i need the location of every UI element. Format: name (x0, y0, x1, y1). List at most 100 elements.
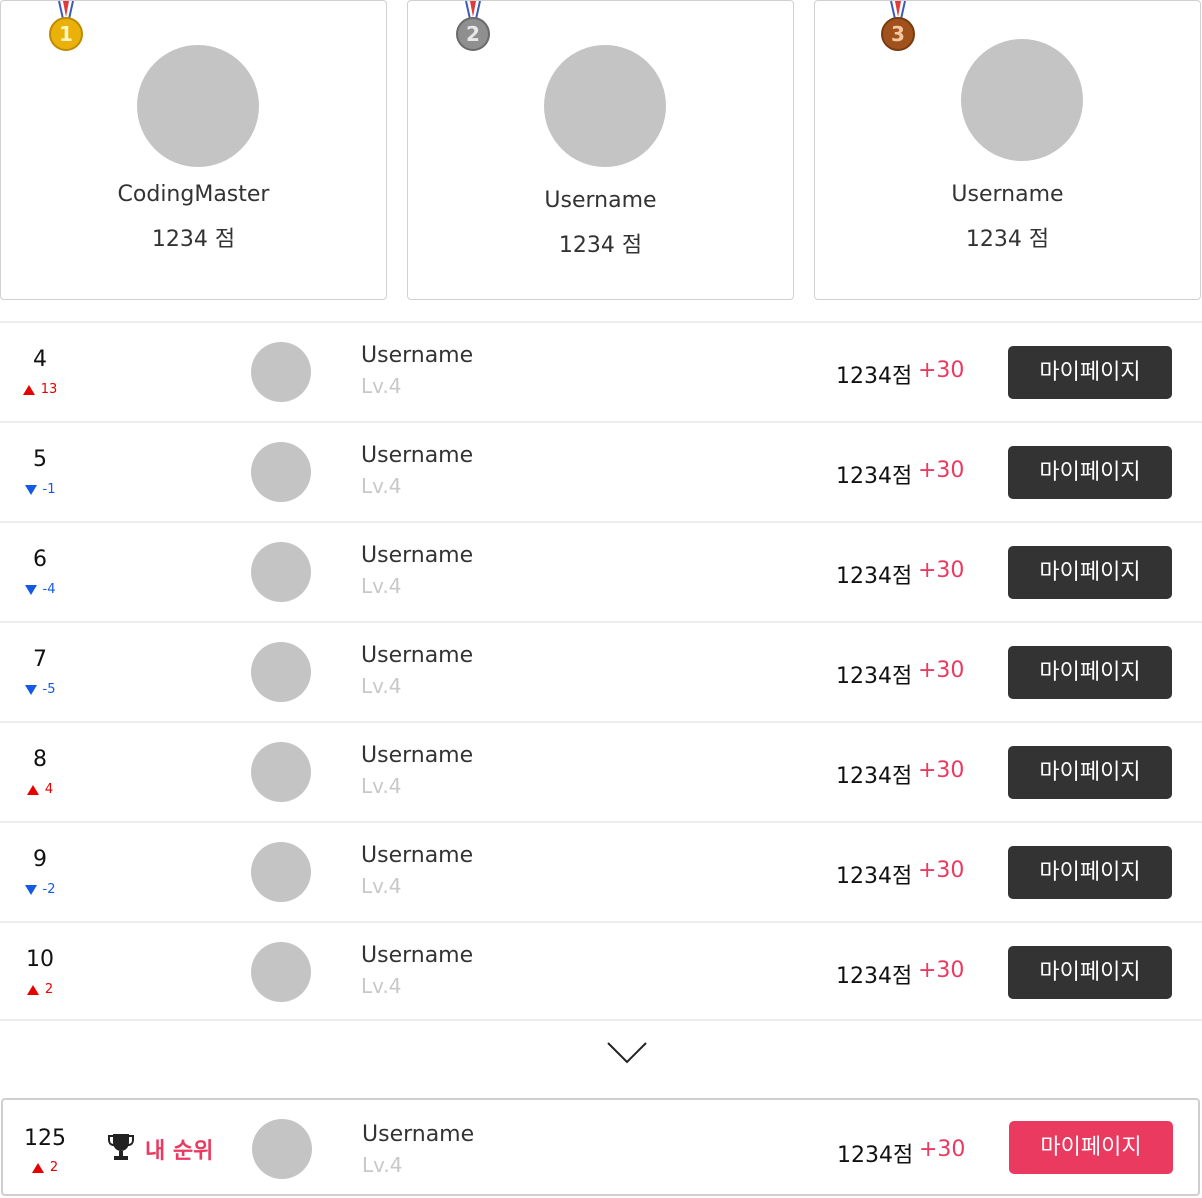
username: Username (361, 743, 474, 768)
points-gain: +30 (918, 858, 965, 883)
table-row: 7 -5 Username Lv.4 1234점 +30 마이페이지 (0, 621, 1202, 721)
rank-change-value: -4 (42, 582, 56, 597)
points: 1234점 (836, 964, 913, 989)
medal-number: 3 (891, 22, 905, 46)
points: 1234점 (837, 1143, 914, 1168)
mypage-button[interactable]: 마이페이지 (1008, 546, 1172, 599)
user-level: Lv.4 (361, 874, 402, 898)
table-row: 4 13 Username Lv.4 1234점 +30 마이페이지 (0, 321, 1202, 421)
points: 1234점 (836, 864, 913, 889)
rank-number: 7 (33, 647, 47, 672)
avatar (251, 342, 311, 402)
podium-score: 1234 점 (151, 227, 236, 252)
chevron-down-icon[interactable] (606, 1040, 648, 1066)
arrow-down-icon (24, 484, 37, 495)
podium-name: CodingMaster (117, 182, 270, 207)
user-level: Lv.4 (361, 974, 402, 998)
rank-number: 10 (26, 947, 54, 972)
podium-card-first[interactable]: 1 CodingMaster 1234 점 (0, 0, 387, 300)
mypage-button[interactable]: 마이페이지 (1008, 946, 1172, 999)
trophy-icon (107, 1132, 135, 1162)
avatar (251, 642, 311, 702)
rank-change: 13 (0, 382, 80, 397)
rank-change-value: 13 (40, 382, 58, 397)
username: Username (362, 1122, 475, 1147)
username: Username (361, 343, 474, 368)
avatar (251, 442, 311, 502)
rank-change-value: 4 (44, 782, 54, 797)
points: 1234점 (836, 364, 913, 389)
arrow-down-icon (24, 884, 37, 895)
mypage-button[interactable]: 마이페이지 (1009, 1121, 1173, 1174)
points: 1234점 (836, 664, 913, 689)
avatar (252, 1119, 312, 1179)
silver-medal-icon: 2 (456, 1, 490, 51)
points-gain: +30 (919, 1137, 966, 1162)
arrow-up-icon (26, 784, 39, 795)
user-level: Lv.4 (361, 774, 402, 798)
rank-change: -4 (0, 582, 80, 597)
mypage-button[interactable]: 마이페이지 (1008, 846, 1172, 899)
my-rank-row: 125 2 내 순위 Username Lv.4 1234점 +30 마이페이지 (1, 1098, 1200, 1196)
user-level: Lv.4 (362, 1153, 403, 1177)
podium-card-second[interactable]: 2 Username 1234 점 (407, 0, 794, 300)
mypage-button[interactable]: 마이페이지 (1008, 446, 1172, 499)
table-row: 6 -4 Username Lv.4 1234점 +30 마이페이지 (0, 521, 1202, 621)
arrow-up-icon (31, 1162, 44, 1173)
rank-change: 2 (3, 1160, 87, 1175)
username: Username (361, 643, 474, 668)
podium: 1 CodingMaster 1234 점 2 Username 1234 점 … (0, 0, 1202, 300)
arrow-up-icon (22, 384, 35, 395)
arrow-up-icon (26, 984, 39, 995)
points: 1234점 (836, 464, 913, 489)
table-row: 5 -1 Username Lv.4 1234점 +30 마이페이지 (0, 421, 1202, 521)
rank-number: 5 (33, 447, 47, 472)
podium-card-third[interactable]: 3 Username 1234 점 (814, 0, 1201, 300)
rank-change: -2 (0, 882, 80, 897)
user-level: Lv.4 (361, 674, 402, 698)
rank-number: 4 (33, 347, 47, 372)
podium-name: Username (951, 182, 1064, 207)
avatar (544, 45, 666, 167)
points-gain: +30 (918, 558, 965, 583)
rank-number: 8 (33, 747, 47, 772)
username: Username (361, 943, 474, 968)
ranking-list: 4 13 Username Lv.4 1234점 +30 마이페이지 5 -1 Username L… (0, 321, 1202, 1021)
rank-change: -1 (0, 482, 80, 497)
points-gain: +30 (918, 658, 965, 683)
points-gain: +30 (918, 958, 965, 983)
rank-change-value: 2 (44, 982, 54, 997)
medal-number: 2 (466, 22, 480, 46)
user-level: Lv.4 (361, 474, 402, 498)
avatar (251, 742, 311, 802)
points-gain: +30 (918, 758, 965, 783)
podium-name: Username (544, 188, 657, 213)
user-level: Lv.4 (361, 374, 402, 398)
avatar (251, 842, 311, 902)
rank-number: 6 (33, 547, 47, 572)
rank-change: 4 (0, 782, 80, 797)
bronze-medal-icon: 3 (881, 1, 915, 51)
table-row: 8 4 Username Lv.4 1234점 +30 마이페이지 (0, 721, 1202, 821)
points-gain: +30 (918, 458, 965, 483)
username: Username (361, 443, 474, 468)
my-rank-label: 내 순위 (145, 1139, 214, 1164)
table-row: 10 2 Username Lv.4 1234점 +30 마이페이지 (0, 921, 1202, 1021)
rank-number: 9 (33, 847, 47, 872)
rank-change-value: -1 (42, 482, 56, 497)
rank-change: 2 (0, 982, 80, 997)
rank-number: 125 (24, 1126, 66, 1151)
username: Username (361, 543, 474, 568)
rank-change-value: -5 (42, 682, 56, 697)
points: 1234점 (836, 564, 913, 589)
podium-score: 1234 점 (558, 233, 643, 258)
mypage-button[interactable]: 마이페이지 (1008, 746, 1172, 799)
avatar (251, 942, 311, 1002)
user-level: Lv.4 (361, 574, 402, 598)
points: 1234점 (836, 764, 913, 789)
mypage-button[interactable]: 마이페이지 (1008, 346, 1172, 399)
mypage-button[interactable]: 마이페이지 (1008, 646, 1172, 699)
arrow-down-icon (24, 684, 37, 695)
rank-change-value: -2 (42, 882, 56, 897)
medal-number: 1 (59, 22, 73, 46)
